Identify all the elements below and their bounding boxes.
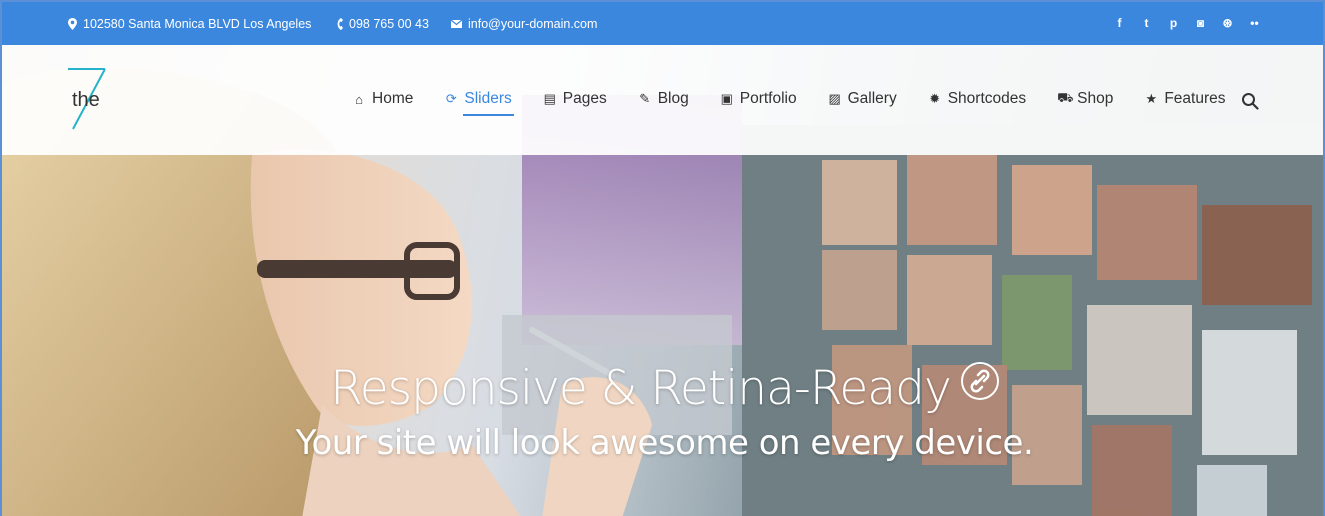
pencil-icon: ✎: [639, 91, 651, 106]
browser-frame: 102580 Santa Monica BLVD Los Angeles 098…: [0, 0, 1325, 516]
nav-label-shortcodes: Shortcodes: [947, 90, 1027, 107]
instagram-icon[interactable]: ◙: [1187, 16, 1214, 30]
nav-item-pages[interactable]: ▤ Pages: [543, 90, 607, 108]
nav-label-portfolio: Portfolio: [739, 90, 797, 107]
nav-item-features[interactable]: ★ Features: [1144, 90, 1226, 108]
flickr-icon[interactable]: ••: [1241, 16, 1268, 30]
slide-title: Responsive & Retina-Ready: [2, 361, 1323, 416]
facebook-icon[interactable]: f: [1106, 16, 1133, 30]
nav-item-blog[interactable]: ✎ Blog: [638, 90, 689, 108]
social-links: f t p ◙ ⊛ ••: [1106, 16, 1268, 30]
email-info: info@your-domain.com: [451, 17, 597, 31]
phone-text[interactable]: 098 765 00 43: [349, 17, 429, 31]
slide-subtitle: Your site will look awesome on every dev…: [295, 423, 1034, 463]
address-info: 102580 Santa Monica BLVD Los Angeles: [68, 17, 311, 31]
main-nav: ⌂ Home ⟳ Sliders ▤ Pages ✎ Blog ▣ Portfo…: [352, 90, 1257, 116]
main-header: the ⌂ Home ⟳ Sliders ▤ Pages ✎ Blog ▣ Po…: [2, 45, 1323, 155]
nav-label-home: Home: [372, 90, 414, 107]
address-text: 102580 Santa Monica BLVD Los Angeles: [83, 17, 312, 31]
site-logo[interactable]: the: [68, 67, 112, 131]
nav-label-features: Features: [1164, 90, 1226, 107]
dribbble-icon[interactable]: ⊛: [1214, 16, 1241, 30]
nav-label-gallery: Gallery: [847, 90, 897, 107]
file-icon: ▤: [543, 91, 556, 106]
twitter-icon[interactable]: t: [1133, 16, 1160, 30]
link-icon[interactable]: [960, 362, 999, 400]
top-bar: 102580 Santa Monica BLVD Los Angeles 098…: [2, 2, 1323, 45]
nav-label-shop: Shop: [1077, 90, 1114, 107]
logo-text: the: [72, 89, 100, 111]
active-nav-indicator: [463, 114, 514, 116]
map-marker-icon: [68, 18, 77, 30]
nav-item-portfolio[interactable]: ▣ Portfolio: [720, 90, 797, 108]
envelope-icon: [451, 20, 462, 28]
star-icon: ★: [1145, 91, 1158, 106]
nav-item-home[interactable]: ⌂ Home: [352, 90, 413, 108]
phone-info: 098 765 00 43: [336, 17, 429, 31]
pinterest-icon[interactable]: p: [1160, 16, 1187, 30]
gear-icon: ✹: [929, 91, 941, 106]
slide-title-text: Responsive & Retina-Ready: [330, 361, 952, 416]
nav-label-pages: Pages: [562, 90, 607, 107]
nav-item-gallery[interactable]: ▨ Gallery: [828, 90, 897, 108]
nav-item-shop[interactable]: ⛟ Shop: [1057, 90, 1113, 108]
nav-item-sliders[interactable]: ⟳ Sliders: [444, 90, 514, 116]
email-text[interactable]: info@your-domain.com: [468, 17, 597, 31]
nav-label-sliders: Sliders: [464, 90, 512, 107]
image-icon: ▨: [828, 91, 841, 106]
home-icon: ⌂: [355, 91, 363, 107]
cart-icon: ⛟: [1057, 90, 1074, 105]
refresh-icon: ⟳: [445, 91, 457, 106]
search-icon[interactable]: [1241, 92, 1259, 110]
nav-item-shortcodes[interactable]: ✹ Shortcodes: [928, 90, 1026, 108]
nav-label-blog: Blog: [657, 90, 689, 107]
briefcase-icon: ▣: [720, 91, 733, 106]
phone-icon: [337, 18, 343, 30]
